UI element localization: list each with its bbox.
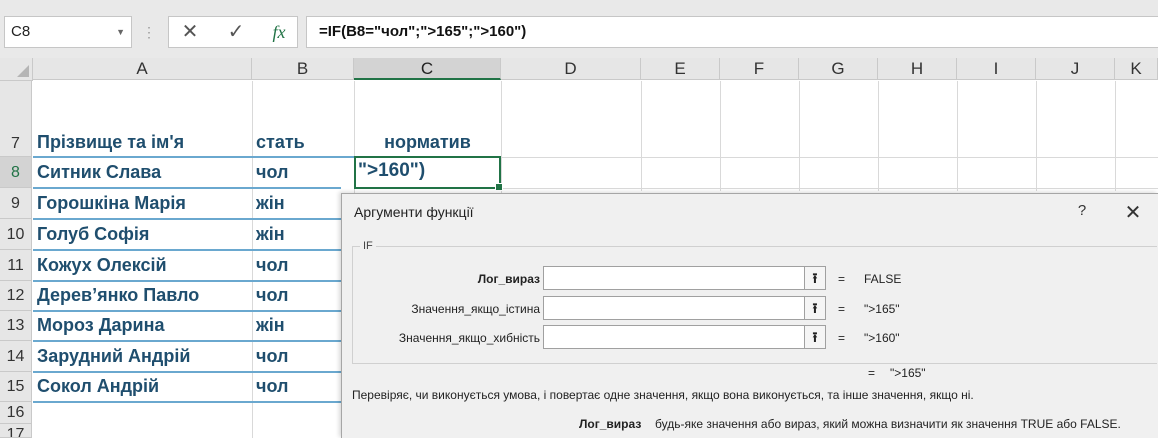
row-header-15[interactable]: 15 (0, 372, 32, 402)
column-header-a[interactable]: A (33, 58, 252, 80)
cell-name-8[interactable]: Ситник Слава (37, 162, 161, 183)
name-box-value: C8 (11, 23, 31, 40)
cell-gender-9[interactable]: жін (256, 193, 285, 214)
collapse-dialog-icon[interactable]: ⭱ (804, 325, 826, 349)
cell-name-14[interactable]: Зарудний Андрій (37, 346, 190, 367)
table-row-border (33, 401, 341, 403)
help-icon[interactable]: ? (1072, 202, 1092, 219)
table-row-border (33, 156, 355, 158)
row-header-10[interactable]: 10 (0, 219, 32, 250)
fill-handle[interactable] (495, 183, 503, 191)
cell-name-10[interactable]: Голуб Софія (37, 224, 149, 245)
arg-result-value-if-true: ">165" (864, 302, 900, 316)
column-header-g[interactable]: G (799, 58, 878, 80)
cell-gender-8[interactable]: чол (256, 162, 288, 183)
cell-gender-15[interactable]: чол (256, 376, 288, 397)
equals-sign: = (838, 331, 846, 345)
grid-line (501, 188, 1158, 189)
grid-line (799, 81, 800, 191)
grid-line (641, 81, 642, 191)
formula-input[interactable]: =IF(B8="чол";">165";">160") (306, 16, 1158, 48)
table-row-border (33, 310, 341, 312)
collapse-dialog-icon[interactable]: ⭱ (804, 266, 826, 290)
grid-line (1115, 81, 1116, 191)
arg-label-logical-test: Лог_вираз (477, 272, 540, 286)
header-name: Прізвище та ім'я (37, 132, 185, 152)
table-row-border (33, 218, 341, 220)
row-header-11[interactable]: 11 (0, 250, 32, 281)
arg-result-value-if-false: ">160" (864, 331, 900, 345)
name-box[interactable]: C8 ▼ (4, 16, 132, 48)
header-gender: стать (256, 132, 305, 152)
column-header-b[interactable]: B (252, 58, 354, 80)
column-header-e[interactable]: E (641, 58, 720, 80)
table-row-border (33, 187, 341, 189)
equals-sign: = (868, 366, 876, 380)
arg-help-text: будь-яке значення або вираз, який можна … (655, 417, 1121, 431)
dialog-title: Аргументи функції (354, 204, 474, 220)
column-header-k[interactable]: K (1115, 58, 1158, 80)
cancel-icon[interactable]: ✕ (176, 16, 204, 48)
row-header-9[interactable]: 9 (0, 188, 32, 219)
arg-input-value-if-false[interactable] (543, 325, 805, 349)
header-norm: норматив (384, 132, 471, 152)
select-all-corner[interactable] (0, 58, 33, 81)
row-header-13[interactable]: 13 (0, 311, 32, 341)
row-header-16[interactable]: 16 (0, 402, 32, 424)
row-header-8[interactable]: 8 (0, 157, 32, 188)
column-header-c[interactable]: C (354, 58, 501, 80)
arg-help-name: Лог_вираз (579, 417, 642, 431)
arg-result-logical-test: FALSE (864, 272, 902, 286)
table-row-border (33, 340, 341, 342)
cell-c8-value: ">160") (358, 160, 426, 181)
equals-sign: = (838, 272, 846, 286)
cell-name-11[interactable]: Кожух Олексій (37, 255, 167, 276)
grid-line (1036, 81, 1037, 191)
cell-gender-11[interactable]: чол (256, 255, 288, 276)
cell-gender-13[interactable]: жін (256, 315, 285, 336)
grid-line (957, 81, 958, 191)
column-header-f[interactable]: F (720, 58, 799, 80)
table-row-border (33, 249, 341, 251)
column-header-j[interactable]: J (1036, 58, 1115, 80)
close-icon[interactable]: ✕ (1122, 200, 1144, 225)
column-header-i[interactable]: I (957, 58, 1036, 80)
equals-sign: = (838, 302, 846, 316)
cell-gender-12[interactable]: чол (256, 285, 288, 306)
arg-label-value-if-true: Значення_якщо_істина (411, 302, 540, 316)
row-header-17[interactable]: 17 (0, 424, 32, 438)
column-header-d[interactable]: D (501, 58, 641, 80)
grid-line (501, 157, 1158, 158)
function-name: IF (360, 240, 376, 252)
formula-result: ">165" (890, 366, 926, 380)
enter-icon[interactable]: ✓ (222, 16, 250, 48)
insert-function-icon[interactable]: fx (264, 16, 294, 48)
function-arguments-dialog: Аргументи функції ? ✕ IF Лог_вираз ⭱ = F… (341, 193, 1158, 438)
grid-line (878, 81, 879, 191)
cell-name-13[interactable]: Мороз Дарина (37, 315, 164, 336)
cell-gender-10[interactable]: жін (256, 224, 285, 245)
arg-input-logical-test[interactable] (543, 266, 805, 290)
cell-name-15[interactable]: Сокол Андрій (37, 376, 159, 397)
row-header-7[interactable]: 7 (0, 81, 32, 157)
cell-name-12[interactable]: Дерев’янко Павло (37, 285, 199, 306)
arg-input-value-if-true[interactable] (543, 296, 805, 320)
grid-line (720, 81, 721, 191)
table-row-border (33, 371, 341, 373)
cell-gender-14[interactable]: чол (256, 346, 288, 367)
column-header-h[interactable]: H (878, 58, 957, 80)
grid-line (252, 81, 253, 438)
function-description: Перевіряє, чи виконується умова, і повер… (352, 388, 974, 402)
row-header-12[interactable]: 12 (0, 281, 32, 311)
collapse-dialog-icon[interactable]: ⭱ (804, 296, 826, 320)
table-row-border (33, 280, 341, 282)
row-header-14[interactable]: 14 (0, 341, 32, 372)
cell-name-9[interactable]: Горошкіна Марія (37, 193, 186, 214)
arg-label-value-if-false: Значення_якщо_хибність (398, 331, 540, 345)
chevron-down-icon[interactable]: ▼ (116, 17, 125, 47)
more-dots-icon: ⋮ (142, 24, 156, 40)
